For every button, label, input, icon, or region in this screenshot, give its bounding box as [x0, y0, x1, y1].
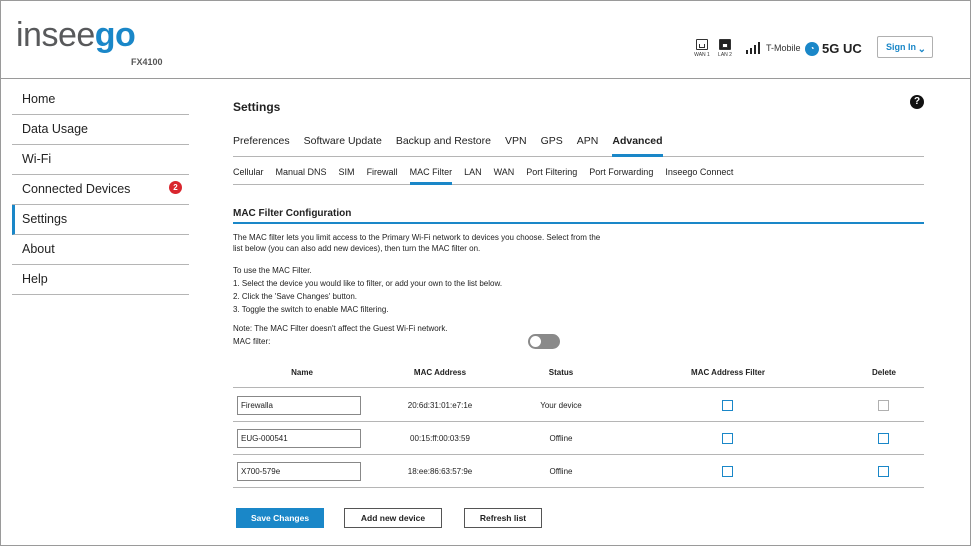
sidebar-item-settings[interactable]: Settings — [12, 205, 189, 235]
col-header-mac: MAC Address — [413, 368, 467, 377]
device-name-input[interactable]: Firewalla — [237, 396, 361, 415]
mac-filter-toggle[interactable] — [528, 334, 560, 349]
step-1: 1. Select the device you would like to f… — [233, 279, 503, 288]
delete-checkbox[interactable] — [878, 466, 889, 477]
subtab-sim[interactable]: SIM — [339, 167, 355, 185]
subtab-inseego-connect[interactable]: Inseego Connect — [665, 167, 733, 185]
sidebar-item-connected-devices[interactable]: Connected Devices — [12, 175, 189, 205]
intro-text: The MAC filter lets you limit access to … — [233, 233, 601, 253]
settings-tabs: Preferences Software Update Backup and R… — [233, 134, 924, 157]
save-changes-button[interactable]: Save Changes — [236, 508, 324, 528]
subtab-wan[interactable]: WAN — [494, 167, 515, 185]
chevron-down-icon: ⌄ — [917, 44, 926, 55]
device-name-input[interactable]: EUG-000541 — [237, 429, 361, 448]
mac-filter-checkbox[interactable] — [722, 433, 733, 444]
delete-checkbox[interactable] — [878, 433, 889, 444]
device-status: Offline — [549, 467, 573, 476]
help-icon[interactable]: ? — [910, 95, 924, 109]
sidebar-item-help[interactable]: Help — [12, 265, 189, 295]
refresh-list-button[interactable]: Refresh list — [464, 508, 542, 528]
tab-preferences[interactable]: Preferences — [233, 134, 290, 157]
sidebar-item-about[interactable]: About — [12, 235, 189, 265]
mac-address: 20:6d:31:01:e7:1e — [407, 401, 473, 410]
subtab-mac-filter[interactable]: MAC Filter — [409, 167, 453, 185]
carrier-name: T-Mobile — [766, 43, 801, 53]
subtab-manual-dns[interactable]: Manual DNS — [276, 167, 327, 185]
step-3: 3. Toggle the switch to enable MAC filte… — [233, 305, 389, 314]
table-header: Name MAC Address Status MAC Address Filt… — [233, 362, 924, 388]
subtab-lan[interactable]: LAN — [464, 167, 482, 185]
tab-gps[interactable]: GPS — [541, 134, 563, 157]
subtab-port-forwarding[interactable]: Port Forwarding — [589, 167, 653, 185]
connected-devices-badge: 2 — [169, 181, 182, 194]
col-header-name: Name — [291, 368, 313, 377]
signal-strength-icon — [746, 42, 762, 54]
inseego-logo: inseego — [16, 16, 136, 54]
top-header — [1, 1, 970, 79]
step-2: 2. Click the 'Save Changes' button. — [233, 292, 358, 301]
lan-port-icon: LAN 2 — [715, 39, 735, 58]
tab-backup-restore[interactable]: Backup and Restore — [396, 134, 491, 157]
guest-note: Note: The MAC Filter doesn't affect the … — [233, 324, 448, 333]
sidebar-item-home[interactable]: Home — [12, 85, 189, 115]
network-type: ◔ 5G UC — [805, 41, 862, 56]
steps-title: To use the MAC Filter. — [233, 266, 312, 275]
table-row: Firewalla 20:6d:31:01:e7:1e Your device — [233, 389, 924, 422]
table-row: EUG-000541 00:15:ff:00:03:59 Offline — [233, 422, 924, 455]
sidebar-item-data-usage[interactable]: Data Usage — [12, 115, 189, 145]
subtab-port-filtering[interactable]: Port Filtering — [526, 167, 577, 185]
tab-software-update[interactable]: Software Update — [304, 134, 382, 157]
delete-checkbox — [878, 400, 889, 411]
table-row: X700-579e 18:ee:86:63:57:9e Offline — [233, 455, 924, 488]
section-title: MAC Filter Configuration — [233, 208, 924, 224]
mac-filter-checkbox[interactable] — [722, 466, 733, 477]
sidebar-nav: Home Data Usage Wi-Fi Connected Devices … — [12, 85, 189, 295]
subtab-cellular[interactable]: Cellular — [233, 167, 264, 185]
wan-port-icon: WAN 1 — [692, 39, 712, 58]
mac-address: 00:15:ff:00:03:59 — [410, 434, 470, 443]
page-title: Settings — [233, 100, 281, 114]
device-name-input[interactable]: X700-579e — [237, 462, 361, 481]
col-header-filter: MAC Address Filter — [691, 368, 765, 377]
add-new-device-button[interactable]: Add new device — [344, 508, 442, 528]
subtab-firewall[interactable]: Firewall — [367, 167, 398, 185]
tab-apn[interactable]: APN — [577, 134, 599, 157]
device-status: Your device — [540, 401, 582, 410]
5g-globe-icon: ◔ — [805, 41, 819, 56]
col-header-status: Status — [548, 368, 574, 377]
sidebar-item-wifi[interactable]: Wi-Fi — [12, 145, 189, 175]
sign-in-button[interactable]: Sign In ⌄ — [877, 36, 933, 58]
mac-filter-checkbox[interactable] — [722, 400, 733, 411]
device-status: Offline — [549, 434, 573, 443]
tab-vpn[interactable]: VPN — [505, 134, 527, 157]
toggle-knob — [530, 336, 541, 347]
tab-advanced[interactable]: Advanced — [612, 134, 663, 157]
device-model: FX4100 — [131, 57, 163, 67]
advanced-subtabs: Cellular Manual DNS SIM Firewall MAC Fil… — [233, 167, 924, 185]
mac-address: 18:ee:86:63:57:9e — [407, 467, 473, 476]
col-header-delete: Delete — [871, 368, 897, 377]
